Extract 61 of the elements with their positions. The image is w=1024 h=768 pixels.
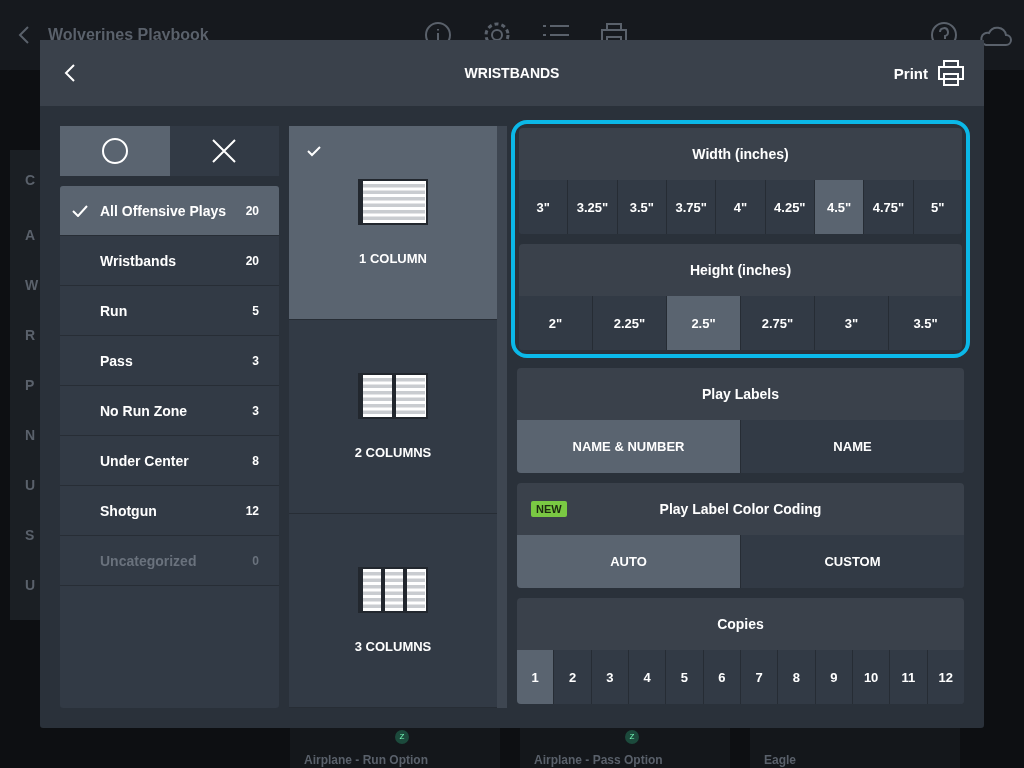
category-count: 8 [252, 453, 259, 468]
section-title: Height (inches) [689, 262, 792, 278]
play-card[interactable]: Z Airplane - Run Option [290, 728, 500, 768]
option-button[interactable]: AUTO [517, 535, 740, 588]
category-label: All Offensive Plays [100, 202, 228, 219]
toggle-button[interactable] [60, 126, 170, 176]
size-option[interactable]: 4.5" [813, 180, 864, 234]
category-count: 3 [252, 353, 259, 368]
category-label: Run [100, 302, 129, 319]
category-item[interactable]: Wristbands 20 [60, 236, 279, 286]
option-button[interactable]: NAME & NUMBER [517, 420, 740, 473]
option-button[interactable]: 1 [517, 650, 554, 704]
printer-icon [936, 59, 966, 87]
section-title: Play Label Color Coding [659, 501, 822, 517]
category-count: 12 [245, 503, 259, 518]
layout-option[interactable]: 3 COLUMNS [289, 514, 497, 708]
playbook-title: Wolverines Playbook [48, 26, 209, 44]
category-label: Wristbands [100, 252, 177, 269]
category-count: 0 [252, 553, 259, 568]
wristband-layout-icon [358, 567, 428, 613]
category-item[interactable]: No Run Zone 3 [60, 386, 279, 436]
layout-option[interactable]: 2 COLUMNS [289, 320, 497, 514]
category-item[interactable]: Pass 3 [60, 336, 279, 386]
star-badge: Z [625, 730, 639, 744]
category-label: Under Center [100, 452, 190, 469]
category-count: 3 [252, 403, 259, 418]
category-count: 20 [245, 203, 259, 218]
category-item[interactable]: All Offensive Plays 20 [60, 186, 279, 236]
wristband-layout-icon [358, 179, 428, 225]
category-count: 20 [245, 253, 259, 268]
category-item[interactable]: Under Center 8 [60, 436, 279, 486]
star-badge: Z [395, 730, 409, 744]
scrollbar[interactable] [497, 126, 507, 708]
check-icon [307, 146, 321, 157]
layout-option[interactable]: 1 COLUMN [289, 126, 497, 320]
category-label: Uncategorized [100, 552, 198, 569]
section-title: Play Labels [701, 386, 779, 402]
circle-icon [100, 137, 129, 165]
category-count: 5 [252, 303, 259, 318]
size-option[interactable]: 2.5" [666, 296, 740, 350]
category-label: Pass [100, 352, 134, 369]
layout-label: 1 COLUMN [359, 251, 427, 266]
play-card[interactable]: Z Airplane - Pass Option [520, 728, 730, 768]
check-icon [72, 204, 88, 217]
category-item[interactable]: Run 5 [60, 286, 279, 336]
layout-label: 3 COLUMNS [354, 639, 432, 654]
dialog-title: WRISTBANDS [464, 65, 560, 81]
section-title: Width (inches) [692, 146, 789, 162]
close-icon [211, 138, 238, 164]
new-badge: NEW [531, 501, 567, 517]
category-label: Shotgun [100, 502, 158, 519]
play-title: Airplane - Run Option [304, 753, 428, 767]
toggle-button[interactable] [169, 126, 279, 176]
section-title: Copies [717, 616, 764, 632]
print-button[interactable]: Print [887, 58, 972, 88]
category-item[interactable]: Shotgun 12 [60, 486, 279, 536]
layout-label: 2 COLUMNS [354, 445, 432, 460]
category-label: No Run Zone [100, 402, 189, 419]
play-title: Eagle [764, 753, 796, 767]
play-title: Airplane - Pass Option [534, 753, 663, 767]
wristband-layout-icon [358, 373, 428, 419]
